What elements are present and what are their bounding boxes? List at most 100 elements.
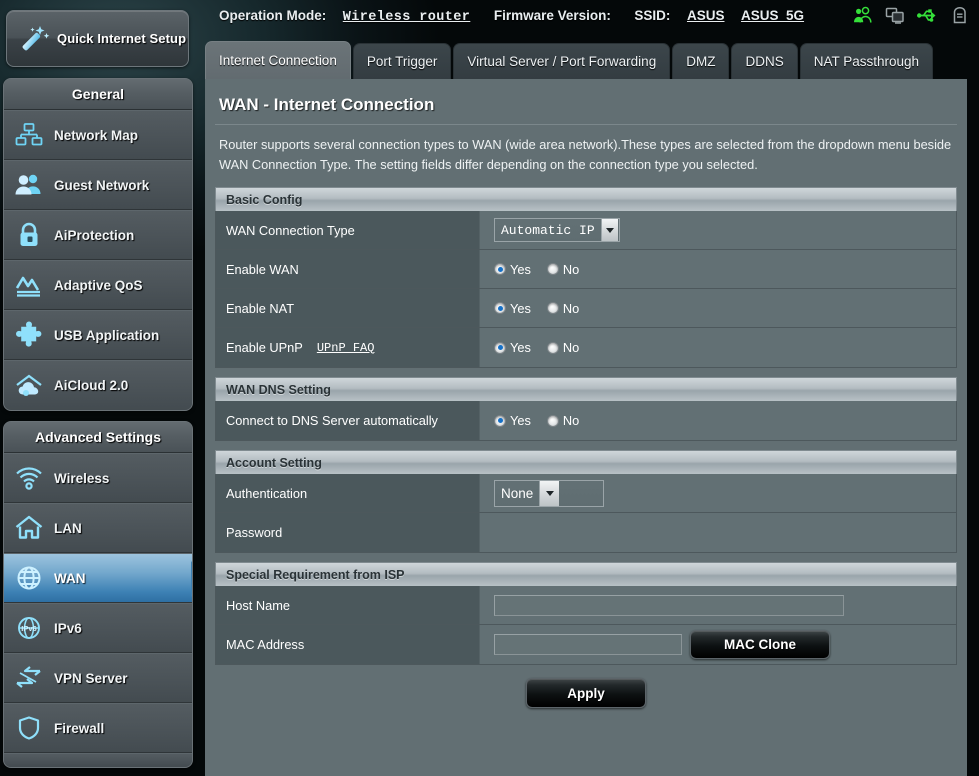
row-enable-wan: Enable WAN Yes No xyxy=(216,250,956,289)
printer-icon[interactable] xyxy=(951,6,969,25)
section-account-setting: Account Setting Authentication None Pass… xyxy=(215,450,957,553)
connect-dns-auto-no-option[interactable]: No xyxy=(546,413,579,428)
magic-wand-icon xyxy=(13,23,57,55)
sidebar-item-aiprotection[interactable]: AiProtection xyxy=(4,210,192,260)
row-label: Enable UPnP UPnP FAQ xyxy=(216,328,480,367)
enable-wan-yes-option[interactable]: Yes xyxy=(494,262,531,277)
row-label: Password xyxy=(216,513,480,552)
radio-icon xyxy=(494,414,506,427)
ssid-value-2g[interactable]: ASUS xyxy=(687,8,725,23)
radio-icon xyxy=(546,341,559,354)
sidebar-item-label: USB Application xyxy=(54,327,160,343)
globe-icon xyxy=(4,564,54,592)
firmware-version-label: Firmware Version: xyxy=(493,8,611,23)
quick-internet-setup-button[interactable]: Quick Internet Setup xyxy=(6,10,189,67)
tab-internet-connection[interactable]: Internet Connection xyxy=(205,41,351,79)
radio-label: Yes xyxy=(510,261,531,277)
mac-clone-button[interactable]: MAC Clone xyxy=(690,630,830,659)
chevron-down-icon xyxy=(539,480,560,506)
quick-internet-setup-label: Quick Internet Setup xyxy=(57,31,187,46)
host-name-input[interactable] xyxy=(494,594,844,616)
sidebar-item-firewall[interactable]: Firewall xyxy=(4,703,192,753)
row-label: Enable WAN xyxy=(216,250,480,288)
sidebar-item-label: Network Map xyxy=(54,127,139,143)
devices-screens-icon[interactable] xyxy=(885,6,905,25)
operation-mode-value[interactable]: Wireless router xyxy=(343,10,471,25)
sidebar-item-network-map[interactable]: Network Map xyxy=(4,110,192,160)
row-value: Yes No xyxy=(480,289,956,327)
sidebar-item-ipv6[interactable]: IPv6 IPv6 xyxy=(4,603,192,653)
upnp-faq-link[interactable]: UPnP FAQ xyxy=(317,341,375,355)
radio-icon xyxy=(494,341,506,354)
wan-connection-type-select[interactable]: Automatic IP xyxy=(494,218,620,242)
enable-upnp-radio-group: Yes No xyxy=(494,340,579,355)
puzzle-piece-icon xyxy=(4,321,54,349)
row-label: Connect to DNS Server automatically xyxy=(216,401,480,440)
tab-dmz[interactable]: DMZ xyxy=(672,43,730,79)
sidebar-item-label: AiProtection xyxy=(54,227,135,243)
enable-upnp-yes-option[interactable]: Yes xyxy=(494,340,531,355)
row-value: None xyxy=(480,474,956,512)
connect-dns-auto-radio-group: Yes No xyxy=(494,413,579,428)
sidebar-item-label: WAN xyxy=(54,570,86,586)
section-special-requirement-isp: Special Requirement from ISP Host Name M… xyxy=(215,562,957,665)
sidebar-item-adaptive-qos[interactable]: Adaptive QoS xyxy=(4,260,192,310)
sidebar-group-title-general: General xyxy=(4,79,192,110)
mac-address-input[interactable] xyxy=(494,634,682,655)
tab-virtual-server-port-forwarding[interactable]: Virtual Server / Port Forwarding xyxy=(453,43,671,79)
apply-button[interactable]: Apply xyxy=(526,678,646,708)
mac-address-label: MAC Address xyxy=(226,637,305,652)
page-title: WAN - Internet Connection xyxy=(215,93,957,125)
house-icon xyxy=(4,514,54,542)
sidebar-nav: General Network Map Guest Network AiProt… xyxy=(3,78,193,776)
connect-dns-auto-yes-option[interactable]: Yes xyxy=(494,413,531,428)
section-title-wan-dns: WAN DNS Setting xyxy=(215,377,957,401)
tab-nat-passthrough[interactable]: NAT Passthrough xyxy=(799,43,934,79)
sidebar-item-lan[interactable]: LAN xyxy=(4,503,192,553)
sidebar-item-wan[interactable]: WAN xyxy=(4,553,192,603)
sidebar-group-advanced: Advanced Settings Wireless LAN WAN IPv6 … xyxy=(3,421,193,768)
sidebar-item-wireless[interactable]: Wireless xyxy=(4,453,192,503)
radio-icon xyxy=(546,302,559,314)
sidebar-item-guest-network[interactable]: Guest Network xyxy=(4,160,192,210)
svg-text:IPv6: IPv6 xyxy=(21,624,36,633)
ipv6-globe-icon: IPv6 xyxy=(4,614,54,642)
enable-nat-yes-option[interactable]: Yes xyxy=(494,301,531,316)
ssid-value-5g[interactable]: ASUS_5G xyxy=(741,8,804,23)
sidebar-item-label: Firewall xyxy=(54,720,105,736)
tab-ddns[interactable]: DDNS xyxy=(731,43,798,79)
guest-network-icon xyxy=(4,171,54,199)
page-description: Router supports several connection types… xyxy=(219,137,952,172)
sidebar-group-title-advanced: Advanced Settings xyxy=(4,422,192,453)
sidebar-item-usb-application[interactable]: USB Application xyxy=(4,310,192,360)
authentication-label: Authentication xyxy=(226,485,308,501)
row-label: WAN Connection Type xyxy=(216,211,480,249)
wifi-signal-icon xyxy=(4,464,54,492)
row-label: Authentication xyxy=(216,474,480,512)
enable-nat-no-option[interactable]: No xyxy=(546,300,580,316)
enable-upnp-no-option[interactable]: No xyxy=(546,340,579,355)
cloud-house-icon xyxy=(4,372,54,400)
sidebar-item-partial[interactable] xyxy=(4,753,192,767)
radio-label: No xyxy=(562,300,580,316)
row-host-name: Host Name xyxy=(216,586,956,625)
enable-wan-radio-group: Yes No xyxy=(494,262,579,277)
enable-wan-no-option[interactable]: No xyxy=(546,262,579,277)
row-label: Enable NAT xyxy=(216,289,480,327)
sidebar-item-aicloud[interactable]: AiCloud 2.0 xyxy=(4,360,192,410)
radio-label: Yes xyxy=(510,300,531,316)
tab-port-trigger[interactable]: Port Trigger xyxy=(352,43,452,79)
clients-users-icon[interactable] xyxy=(853,6,873,25)
password-label: Password xyxy=(226,525,283,540)
usb-icon[interactable] xyxy=(917,6,939,25)
host-name-label: Host Name xyxy=(226,597,291,613)
authentication-select[interactable]: None xyxy=(494,479,604,507)
row-mac-address: MAC Address MAC Clone xyxy=(216,625,956,664)
ssid-label: SSID: xyxy=(634,8,671,23)
section-wan-dns-setting: WAN DNS Setting Connect to DNS Server au… xyxy=(215,377,957,441)
row-value: Yes No xyxy=(480,401,956,440)
sidebar-item-vpn-server[interactable]: VPN Server xyxy=(4,653,192,703)
wan-connection-type-label: WAN Connection Type xyxy=(226,222,355,238)
sidebar-group-general: General Network Map Guest Network AiProt… xyxy=(3,78,193,411)
sidebar-item-label: LAN xyxy=(54,520,82,536)
